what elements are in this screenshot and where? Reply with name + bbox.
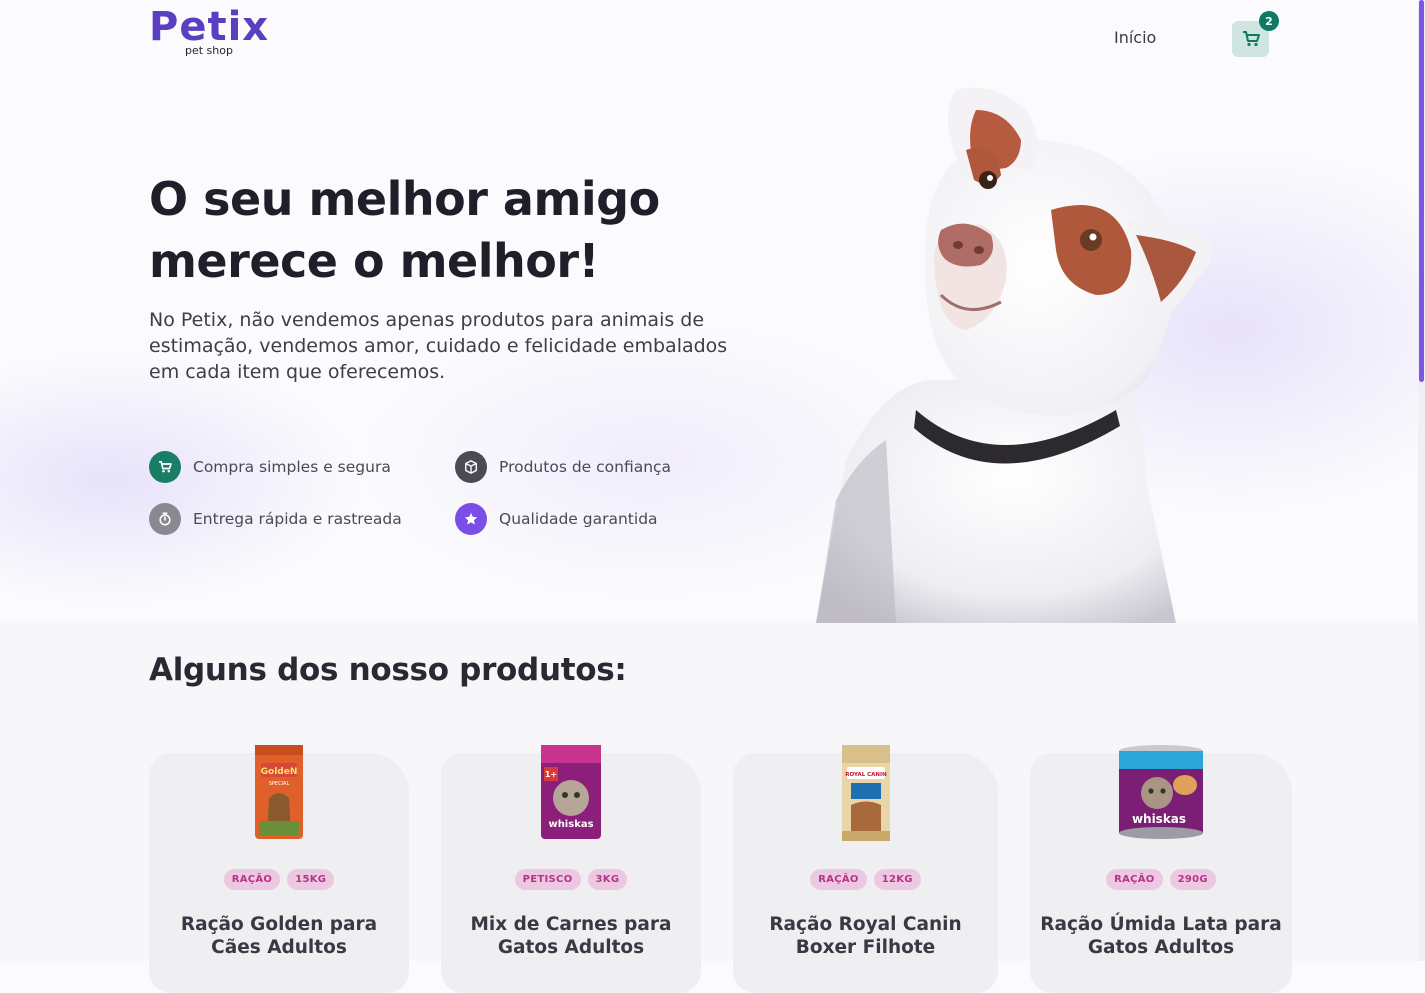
product-image-whiskas-mix: 1+ whiskas — [538, 743, 604, 847]
pack-brand-text: whiskas — [1132, 812, 1186, 826]
product-name: Ração Úmida Lata para Gatos Adultos — [1040, 914, 1282, 958]
brand-tagline: pet shop — [185, 44, 233, 57]
product-card[interactable]: ROYAL CANIN RAÇÃO 12KG Ração Royal Canin… — [733, 745, 998, 993]
feature-label: Produtos de confiança — [499, 458, 672, 476]
pack-brand-text: whiskas — [548, 819, 593, 830]
feature-quality: Qualidade garantida — [455, 503, 658, 535]
feature-secure-purchase: Compra simples e segura — [149, 451, 391, 483]
feature-label: Qualidade garantida — [499, 510, 658, 528]
product-tag: 15KG — [287, 869, 335, 890]
product-tag: 12KG — [873, 869, 921, 890]
star-icon — [455, 503, 487, 535]
cart-icon — [149, 451, 181, 483]
product-tag: 3KG — [587, 869, 628, 890]
product-card[interactable]: GoldeN SPECIAL RAÇÃO 15KG Ração Golden p… — [149, 745, 409, 993]
hero-description: No Petix, não vendemos apenas produtos p… — [149, 309, 728, 383]
product-name: Mix de Carnes para Gatos Adultos — [470, 914, 672, 958]
product-tag: PETISCO — [514, 869, 581, 890]
hero-title: O seu melhor amigo merece o melhor! — [149, 172, 660, 288]
pack-brand-text: ROYAL CANIN — [845, 772, 887, 778]
page-scrollbar-thumb[interactable] — [1419, 0, 1424, 382]
nav-link-home[interactable]: Início — [1114, 28, 1156, 47]
pack-brand-text: GoldeN — [261, 767, 298, 777]
pack-sub-text: SPECIAL — [269, 781, 290, 787]
product-card[interactable]: whiskas RAÇÃO 290G Ração Úmida Lata para… — [1030, 745, 1292, 993]
cart-count-badge: 2 — [1259, 11, 1279, 31]
product-image-golden: GoldeN SPECIAL — [251, 743, 307, 847]
products-section-title: Alguns dos nosso produtos: — [149, 652, 627, 688]
product-tag: 290G — [1169, 869, 1216, 890]
product-card[interactable]: 1+ whiskas PETISCO 3KG Mix de Carnes par… — [441, 745, 701, 993]
cart-icon — [1242, 31, 1260, 47]
product-image-royal-canin: ROYAL CANIN — [839, 743, 893, 849]
product-tag: RAÇÃO — [810, 869, 867, 890]
feature-label: Compra simples e segura — [193, 458, 391, 476]
feature-label: Entrega rápida e rastreada — [193, 510, 402, 528]
product-image-whiskas-can: whiskas — [1117, 743, 1205, 845]
product-tag: RAÇÃO — [1106, 869, 1163, 890]
feature-fast-delivery: Entrega rápida e rastreada — [149, 503, 402, 535]
product-tag: RAÇÃO — [223, 869, 281, 890]
product-name: Ração Golden para Cães Adultos — [180, 914, 378, 958]
stopwatch-icon — [149, 503, 181, 535]
brand-logo[interactable]: Petix pet shop — [149, 4, 279, 64]
box-icon — [455, 451, 487, 483]
pack-sub-text: 1+ — [545, 770, 557, 779]
feature-trusted-products: Produtos de confiança — [455, 451, 671, 483]
product-name: Ração Royal Canin Boxer Filhote — [769, 914, 962, 958]
hero-dog-image — [816, 80, 1286, 623]
